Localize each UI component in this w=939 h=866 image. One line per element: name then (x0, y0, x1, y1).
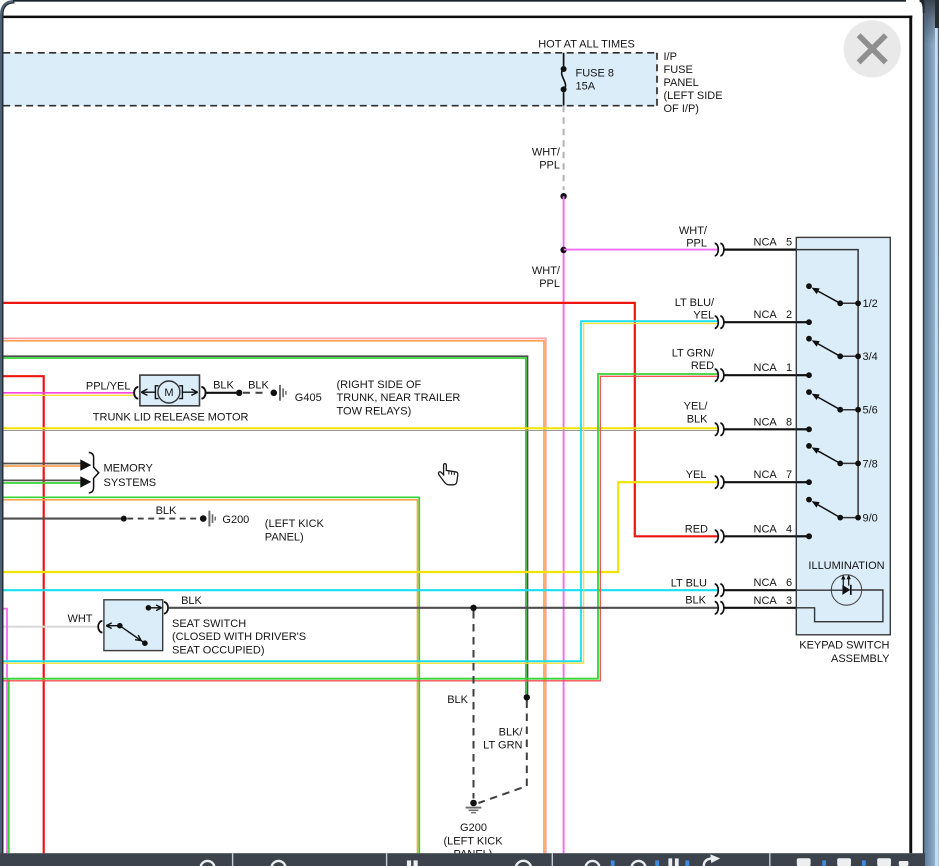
svg-text:(LEFT KICK: (LEFT KICK (265, 518, 325, 530)
svg-text:WHT/: WHT/ (679, 225, 708, 237)
svg-text:G405: G405 (295, 392, 322, 404)
svg-text:(RIGHT SIDE OF: (RIGHT SIDE OF (337, 379, 422, 391)
svg-text:MEMORY: MEMORY (104, 463, 154, 475)
svg-text:WHT/: WHT/ (532, 265, 561, 277)
svg-text:NCA: NCA (754, 595, 778, 607)
svg-text:BLK: BLK (687, 413, 708, 425)
svg-text:YEL: YEL (686, 469, 707, 481)
svg-text:5/6: 5/6 (863, 405, 878, 417)
svg-text:TOW RELAYS): TOW RELAYS) (337, 405, 412, 417)
svg-text:SEAT OCCUPIED): SEAT OCCUPIED) (172, 644, 265, 656)
svg-text:BLK: BLK (181, 595, 202, 607)
svg-text:7/8: 7/8 (863, 458, 878, 470)
svg-text:PANEL): PANEL) (265, 531, 304, 543)
svg-text:LT BLU: LT BLU (671, 577, 707, 589)
svg-text:HOT AT ALL TIMES: HOT AT ALL TIMES (538, 39, 635, 51)
svg-text:NCA: NCA (754, 416, 778, 428)
svg-text:SEAT SWITCH: SEAT SWITCH (172, 618, 246, 630)
svg-text:BLK: BLK (213, 379, 234, 391)
svg-text:I/P: I/P (664, 51, 677, 63)
svg-text:4: 4 (786, 523, 792, 535)
svg-text:BLK: BLK (156, 505, 177, 517)
svg-text:7: 7 (786, 469, 792, 481)
svg-text:M: M (164, 387, 173, 399)
svg-text:2: 2 (786, 309, 792, 321)
svg-text:NCA: NCA (754, 577, 778, 589)
svg-text:KEYPAD SWITCH: KEYPAD SWITCH (799, 640, 889, 652)
svg-text:3: 3 (786, 595, 792, 607)
svg-text:3/4: 3/4 (863, 351, 878, 363)
svg-text:NCA: NCA (754, 469, 778, 481)
svg-text:6: 6 (786, 577, 792, 589)
svg-text:PANEL: PANEL (664, 77, 699, 89)
svg-text:G200: G200 (460, 822, 487, 834)
svg-text:(LEFT SIDE: (LEFT SIDE (664, 90, 723, 102)
svg-text:WHT/: WHT/ (532, 147, 561, 159)
svg-text:SYSTEMS: SYSTEMS (104, 477, 157, 489)
svg-text:BLK: BLK (685, 595, 706, 607)
svg-text:FUSE 8: FUSE 8 (576, 68, 615, 80)
svg-text:(LEFT KICK: (LEFT KICK (443, 835, 503, 847)
svg-text:9/0: 9/0 (863, 513, 878, 525)
svg-text:LT GRN/: LT GRN/ (672, 347, 715, 359)
svg-text:BLK: BLK (447, 694, 468, 706)
svg-text:FUSE: FUSE (664, 64, 693, 76)
svg-text:ILLUMINATION: ILLUMINATION (808, 560, 884, 572)
svg-text:1/2: 1/2 (863, 298, 878, 310)
svg-text:PPL: PPL (686, 238, 707, 250)
svg-text:BLK/: BLK/ (499, 726, 524, 738)
svg-text:NCA: NCA (754, 237, 778, 249)
svg-text:ASSEMBLY: ASSEMBLY (831, 653, 890, 665)
svg-text:NCA: NCA (754, 309, 778, 321)
svg-text:LT GRN: LT GRN (483, 740, 522, 752)
svg-text:(CLOSED WITH DRIVER'S: (CLOSED WITH DRIVER'S (172, 631, 306, 643)
svg-text:WHT: WHT (67, 613, 92, 625)
svg-text:G200: G200 (222, 514, 249, 526)
svg-text:BLK: BLK (248, 379, 269, 391)
svg-text:5: 5 (786, 237, 792, 249)
svg-text:PPL: PPL (539, 278, 560, 290)
svg-text:8: 8 (786, 416, 792, 428)
svg-text:1: 1 (786, 362, 792, 374)
svg-text:YEL: YEL (693, 310, 714, 322)
svg-text:RED: RED (685, 523, 708, 535)
svg-text:RED: RED (691, 360, 714, 372)
svg-text:NCA: NCA (754, 523, 778, 535)
svg-text:PPL/YEL: PPL/YEL (86, 380, 131, 392)
svg-text:TRUNK, NEAR TRAILER: TRUNK, NEAR TRAILER (337, 392, 461, 404)
svg-text:NCA: NCA (754, 362, 778, 374)
svg-text:YEL/: YEL/ (684, 401, 709, 413)
svg-text:15A: 15A (576, 81, 596, 93)
svg-text:LT BLU/: LT BLU/ (675, 297, 715, 309)
svg-text:PPL: PPL (539, 160, 560, 172)
svg-text:OF I/P): OF I/P) (664, 103, 699, 115)
svg-text:TRUNK LID RELEASE MOTOR: TRUNK LID RELEASE MOTOR (93, 412, 249, 424)
